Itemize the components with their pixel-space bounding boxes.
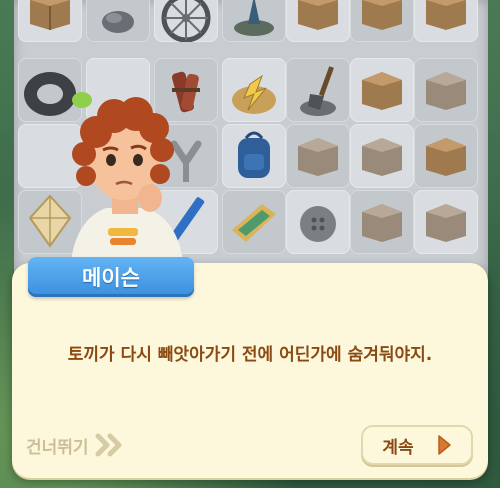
play-arrow-icon xyxy=(437,435,451,455)
board-tile[interactable] xyxy=(286,190,350,254)
board-tile[interactable] xyxy=(414,124,478,188)
board-tile[interactable] xyxy=(222,0,286,42)
board-tile[interactable] xyxy=(222,124,286,188)
double-chevron-right-icon xyxy=(95,433,122,457)
rock-icon xyxy=(102,11,134,33)
board-tile[interactable] xyxy=(286,0,350,42)
crate-icon xyxy=(426,0,466,30)
board-tile[interactable] xyxy=(222,190,286,254)
speaker-name: 메이슨 xyxy=(82,266,140,290)
crate-icon xyxy=(362,0,402,30)
crate-icon xyxy=(426,72,466,110)
dialog-message: 토끼가 다시 빼앗아가기 전에 어딘가에 숨겨둬야지. xyxy=(67,345,433,365)
speaker-name-tag: 메이슨 xyxy=(28,257,194,297)
skip-label: 건너뛰기 xyxy=(26,437,89,458)
board-tile[interactable] xyxy=(350,190,414,254)
continue-button[interactable]: 계속 xyxy=(361,425,473,465)
board-tile[interactable] xyxy=(18,0,82,42)
crate-icon xyxy=(298,138,338,176)
board-tile[interactable] xyxy=(350,124,414,188)
crate-icon xyxy=(362,204,402,242)
crate-icon xyxy=(426,204,466,242)
crate-icon xyxy=(426,138,466,176)
board-tile[interactable] xyxy=(414,58,478,122)
board-tile[interactable] xyxy=(222,58,286,122)
button-icon xyxy=(300,206,336,242)
weed-icon xyxy=(234,0,274,36)
trinkets-icon xyxy=(232,74,276,114)
board-tile[interactable] xyxy=(414,0,478,42)
crate-icon xyxy=(362,138,402,176)
shovel-icon xyxy=(300,66,336,116)
crate-icon xyxy=(298,0,338,30)
board-tile[interactable] xyxy=(350,0,414,42)
crate-icon xyxy=(362,72,402,110)
continue-label: 계속 xyxy=(382,437,414,458)
map-icon xyxy=(232,204,276,242)
board-tile[interactable] xyxy=(414,190,478,254)
skip-button[interactable]: 건너뛰기 xyxy=(26,430,125,460)
backpack-icon xyxy=(238,131,270,178)
board-tile[interactable] xyxy=(350,58,414,122)
board-tile[interactable] xyxy=(154,0,218,43)
board-tile[interactable] xyxy=(286,58,350,122)
character-mason-portrait xyxy=(70,92,184,270)
crate-icon xyxy=(30,0,70,30)
board-tile[interactable] xyxy=(286,124,350,188)
board-tile[interactable] xyxy=(86,0,150,42)
wheel-icon xyxy=(161,0,211,43)
